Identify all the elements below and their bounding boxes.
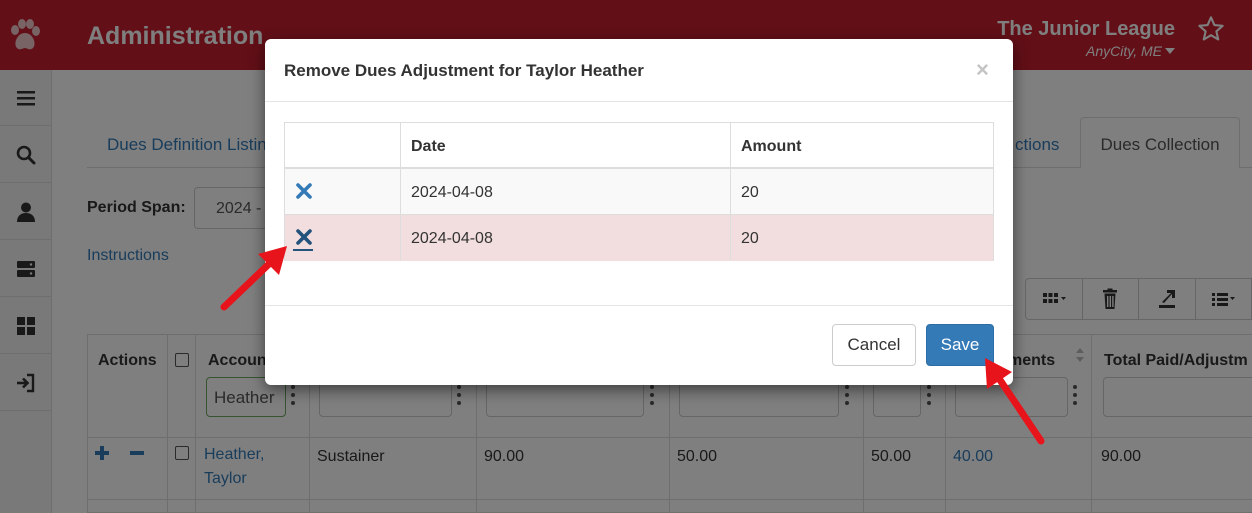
table-row: 2024-04-08 20 <box>285 169 993 215</box>
amount-cell: 20 <box>741 230 759 247</box>
modal-title: Remove Dues Adjustment for Taylor Heathe… <box>284 61 644 80</box>
header-amount: Amount <box>741 138 802 155</box>
modal-footer-divider <box>265 305 1013 306</box>
remove-icon[interactable] <box>295 182 313 200</box>
date-cell: 2024-04-08 <box>411 184 493 201</box>
modal-header: Remove Dues Adjustment for Taylor Heathe… <box>265 39 1013 102</box>
column-divider <box>400 123 401 260</box>
table-row: 2024-04-08 20 <box>285 215 993 261</box>
table-header-row: Date Amount <box>285 123 993 169</box>
save-button[interactable]: Save <box>926 324 994 366</box>
column-divider <box>730 123 731 260</box>
remove-icon-underline <box>293 249 313 251</box>
cancel-button[interactable]: Cancel <box>832 324 916 366</box>
header-date: Date <box>411 138 446 155</box>
date-cell: 2024-04-08 <box>411 230 493 247</box>
adjustments-table: Date Amount 2024-04-08 20 2024-04-08 20 <box>284 122 994 261</box>
close-icon[interactable]: × <box>976 59 989 81</box>
amount-cell: 20 <box>741 184 759 201</box>
remove-dues-adjustment-dialog: Remove Dues Adjustment for Taylor Heathe… <box>265 39 1013 385</box>
remove-icon[interactable] <box>295 228 313 246</box>
